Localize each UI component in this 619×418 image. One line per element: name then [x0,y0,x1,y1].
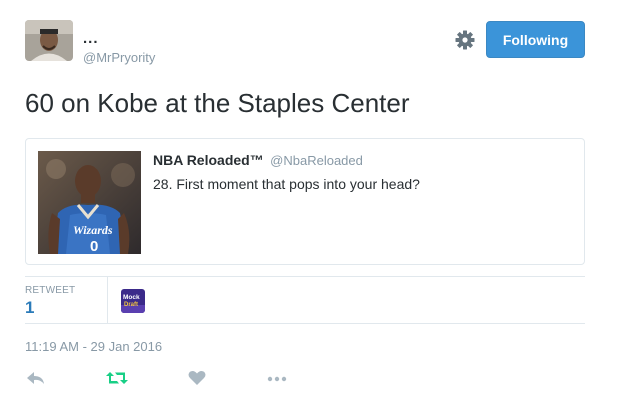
retweet-icon[interactable] [106,368,128,388]
gear-icon[interactable] [453,28,477,52]
tweet-header: ... @MrPryority Following [25,20,585,68]
tweet-text: 60 on Kobe at the Staples Center [25,88,410,118]
retweeter-avatar-text: Mock [123,294,140,301]
quoted-tweet-name[interactable]: NBA Reloaded™ [153,152,264,168]
quoted-tweet-body: NBA Reloaded™ @NbaReloaded 28. First mom… [153,152,420,192]
tweet-timestamp[interactable]: 11:19 AM - 29 Jan 2016 [25,339,162,354]
retweet-stat[interactable]: RETWEET 1 [25,285,75,318]
tweet-actions [25,366,305,390]
stats-divider [107,277,108,324]
retweet-stat-count: 1 [25,298,35,317]
user-names: ... @MrPryority [83,30,155,66]
svg-text:Draft: Draft [124,302,138,308]
more-icon[interactable] [266,368,288,388]
retweeter-avatar[interactable]: Mock Draft [121,289,145,313]
quoted-tweet-text: 28. First moment that pops into your hea… [153,176,420,192]
svg-text:0: 0 [90,238,98,254]
quoted-tweet-handle[interactable]: @NbaReloaded [270,153,363,168]
user-avatar[interactable] [25,20,73,61]
heart-icon[interactable] [186,368,208,388]
user-handle[interactable]: @MrPryority [83,50,155,66]
following-button[interactable]: Following [486,21,585,58]
user-display-name[interactable]: ... [83,30,155,48]
tweet-stats: RETWEET 1 Mock Draft [25,276,585,324]
quoted-tweet-card[interactable]: Wizards 0 NBA Reloaded™ @NbaReloaded 28.… [25,138,585,265]
svg-text:Wizards: Wizards [73,223,113,237]
reply-icon[interactable] [25,368,47,388]
quoted-tweet-image: Wizards 0 [38,151,141,254]
retweet-stat-label: RETWEET [25,285,76,296]
